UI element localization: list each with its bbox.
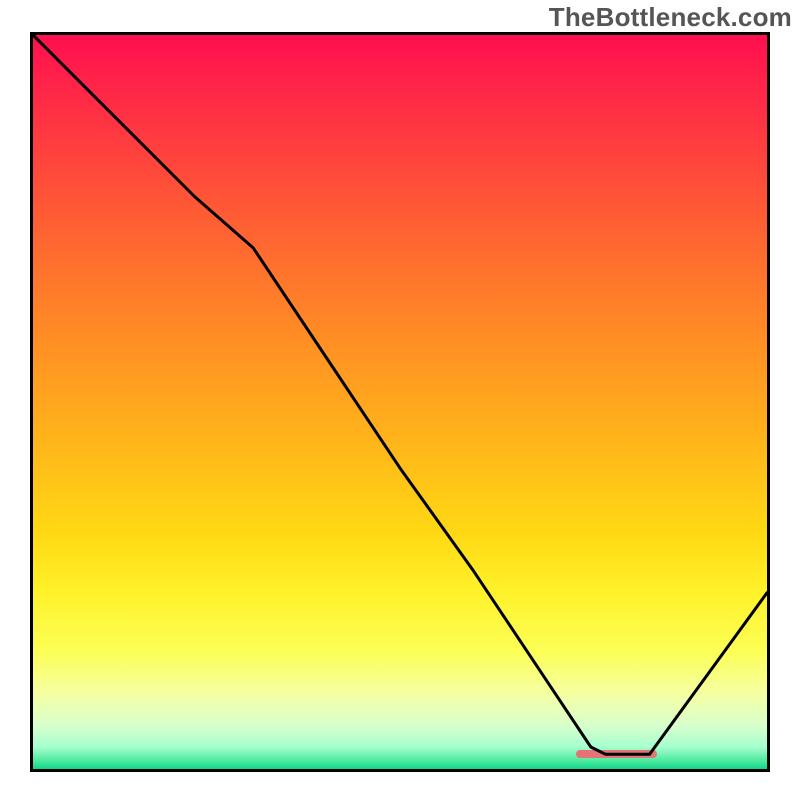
- optimal-range-marker: [576, 750, 657, 758]
- plot-frame: [30, 32, 770, 772]
- heat-gradient-background: [33, 35, 767, 769]
- chart-container: TheBottleneck.com: [0, 0, 800, 800]
- watermark-text: TheBottleneck.com: [549, 2, 792, 33]
